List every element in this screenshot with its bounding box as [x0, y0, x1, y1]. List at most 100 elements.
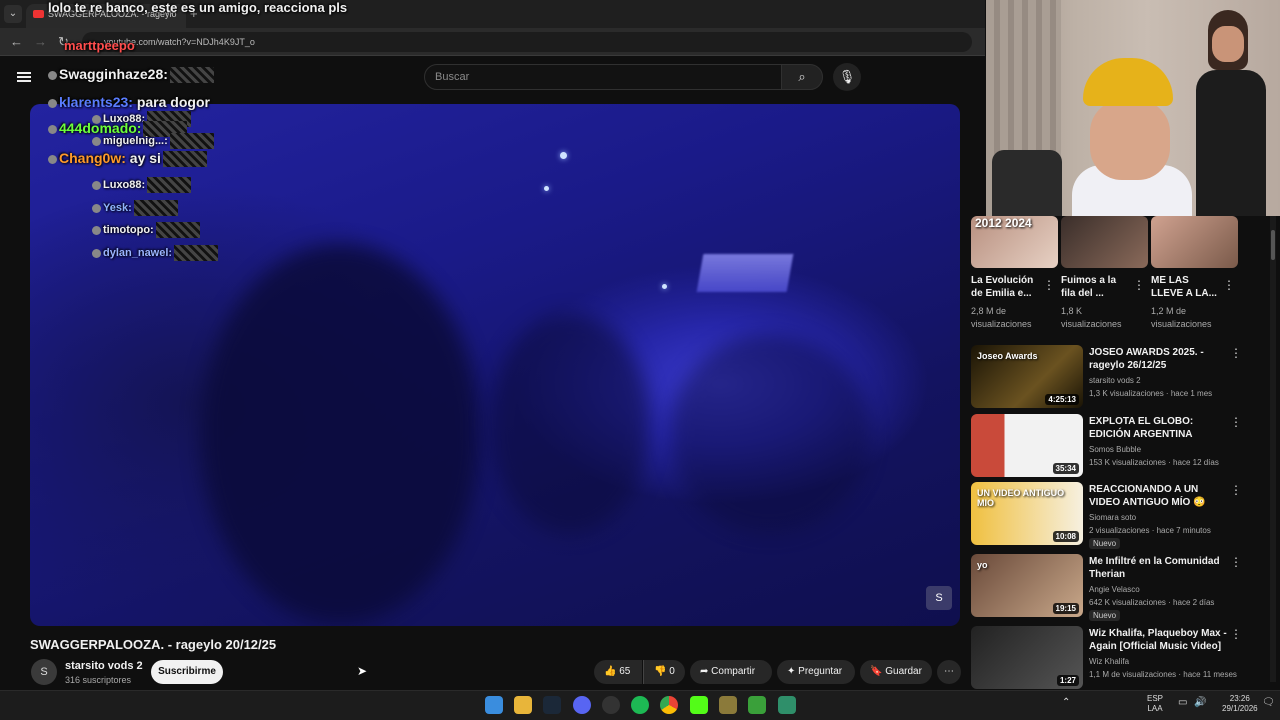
like-count: 65 [619, 666, 631, 677]
channel-avatar[interactable]: S [31, 659, 57, 685]
sidebar-scroll-thumb[interactable] [1271, 230, 1275, 260]
related-channel[interactable]: Somos Bubble [1089, 443, 1141, 456]
steam-icon[interactable] [543, 696, 561, 714]
chat-message: klarents23: para dogor [48, 94, 210, 110]
tray-chevron-icon[interactable]: ⌃ [1062, 698, 1070, 708]
search-icon[interactable]: ⌕ [781, 64, 823, 90]
more-options-icon[interactable]: ⋮ [1230, 346, 1242, 360]
language-code: ESP [1147, 694, 1164, 703]
tab-search-icon[interactable]: ⌄ [4, 5, 22, 23]
more-options-icon[interactable]: ⋮ [1223, 278, 1235, 292]
app-icon[interactable] [719, 696, 737, 714]
url-field[interactable]: youtube.com/watch?v=NDJh4K9JT_o [82, 32, 972, 52]
related-channel[interactable]: Angie Velasco [1089, 583, 1140, 596]
like-button[interactable]: 👍 65 [594, 660, 642, 684]
chrome-icon[interactable] [660, 696, 678, 714]
more-options-icon[interactable]: ⋮ [1133, 278, 1145, 292]
file-explorer-icon[interactable] [514, 696, 532, 714]
related-thumbnail[interactable]: 35:34 [971, 414, 1083, 477]
back-icon[interactable]: ← [10, 34, 23, 49]
ceiling-light [662, 284, 667, 289]
dislike-count: 0 [669, 666, 675, 677]
app-icon[interactable] [748, 696, 766, 714]
menu-icon[interactable] [17, 72, 31, 82]
related-title[interactable]: Fuimos a la fila del ... [1061, 274, 1133, 300]
kick-icon[interactable] [690, 696, 708, 714]
related-title[interactable]: JOSEO AWARDS 2025. - rageylo 26/12/25 [1089, 346, 1229, 372]
chat-username: Swagginhaze28: [59, 66, 168, 82]
video-duration: 10:08 [1052, 531, 1079, 542]
more-options-icon[interactable]: ⋮ [1230, 555, 1242, 569]
chat-emote-icon [155, 222, 200, 238]
related-channel[interactable]: Wiz Khalifa [1089, 655, 1129, 668]
forward-icon[interactable]: → [34, 34, 47, 49]
chat-badge-icon [92, 180, 101, 190]
subscriber-count: 316 suscriptores [65, 675, 132, 685]
app-icon[interactable] [778, 696, 796, 714]
chat-badge-icon [92, 136, 101, 146]
video-duration: 35:34 [1052, 463, 1079, 474]
related-thumbnail[interactable] [1061, 216, 1148, 268]
chat-badge-icon [48, 124, 57, 134]
screen: ⌄ SWAGGERPALOOZA. - rageylo ✕ + ← → ↻ yo… [0, 0, 1280, 720]
related-thumbnail[interactable]: UN VIDEO ANTIGUO MIO 10:08 [971, 482, 1083, 545]
network-icon[interactable]: ▭ [1178, 698, 1187, 708]
crowd-shadow [670, 334, 870, 534]
related-title[interactable]: Me Infiltré en la Comunidad Therian [1089, 555, 1229, 581]
related-meta: 1,8 K visualizaciones [1061, 306, 1122, 329]
ask-label: Preguntar [798, 666, 843, 677]
share-icon: ➦ [700, 666, 709, 677]
chat-emote-icon [162, 151, 207, 168]
save-button[interactable]: 🔖 Guardar [860, 660, 932, 684]
related-thumbnail[interactable]: Joseo Awards 4:25:13 [971, 345, 1083, 408]
share-button[interactable]: ➦ Compartir [690, 660, 772, 684]
clock[interactable]: 23:26 29/1/2026 [1222, 694, 1258, 714]
speaker-icon[interactable]: 🔊 [1194, 698, 1206, 708]
related-thumbnail[interactable] [1151, 216, 1238, 268]
windows-start-icon[interactable] [485, 696, 503, 714]
sparkle-icon: ✦ [787, 666, 796, 677]
related-title[interactable]: Wiz Khalifa, Plaqueboy Max - Again [Offi… [1089, 627, 1229, 653]
chat-message: miguelnig...: [92, 133, 214, 149]
chat-emote-icon [133, 200, 178, 216]
more-options-icon[interactable]: ⋮ [1043, 278, 1055, 292]
more-actions-icon[interactable]: ⋯ [937, 660, 961, 684]
chat-emote-icon [169, 67, 214, 84]
search-input[interactable]: Buscar [424, 64, 782, 90]
channel-name[interactable]: starsito vods 2 [65, 660, 143, 672]
related-thumbnail[interactable]: yo 19:15 [971, 554, 1083, 617]
address-bar-row: ← → ↻ youtube.com/watch?v=NDJh4K9JT_o [0, 28, 985, 56]
related-title[interactable]: EXPLOTA EL GLOBO: EDICIÓN ARGENTINA [1089, 415, 1229, 441]
related-channel[interactable]: Siomara soto [1089, 511, 1136, 524]
discord-icon[interactable] [573, 696, 591, 714]
video-corner-badge[interactable]: S [926, 586, 952, 610]
related-channel[interactable]: starsito vods 2 [1089, 374, 1141, 387]
related-title[interactable]: REACCIONANDO A UN VIDEO ANTIGUO MÍO 😳 [1089, 483, 1229, 509]
new-badge: Nuevo [1089, 610, 1121, 621]
gaming-chair [992, 150, 1062, 216]
more-options-icon[interactable]: ⋮ [1230, 415, 1242, 429]
related-title[interactable]: La Evolución de Emilia e... [971, 274, 1043, 300]
notification-icon[interactable]: 🗨 [1262, 698, 1275, 708]
chat-badge-icon [48, 98, 57, 108]
app-icon[interactable] [602, 696, 620, 714]
subscribe-button[interactable]: Suscribirme [151, 660, 223, 684]
more-options-icon[interactable]: ⋮ [1230, 483, 1242, 497]
sidebar-scrollbar[interactable] [1270, 214, 1276, 682]
more-options-icon[interactable]: ⋮ [1230, 627, 1242, 641]
ask-button[interactable]: ✦ Preguntar [777, 660, 855, 684]
chat-message: Luxo88: [92, 177, 192, 193]
related-thumbnail[interactable]: 2012 2024 [971, 216, 1058, 268]
chat-badge-icon [92, 225, 101, 235]
related-thumbnail[interactable]: 1:27 [971, 626, 1083, 689]
microphone-icon[interactable]: 🎙 [833, 63, 861, 91]
related-meta: 1,2 M de visualizaciones [1151, 306, 1212, 329]
video-duration: 4:25:13 [1045, 394, 1079, 405]
dislike-button[interactable]: 👎 0 [643, 660, 685, 684]
spotify-icon[interactable] [631, 696, 649, 714]
related-meta: 2,8 M de visualizaciones [971, 306, 1032, 329]
related-title[interactable]: ME LAS LLEVE A LA... [1151, 274, 1223, 300]
chat-username: Chang0w: [59, 150, 126, 166]
input-language[interactable]: ESP LAA [1147, 694, 1163, 714]
thumbnail-text: Joseo Awards [977, 351, 1038, 361]
